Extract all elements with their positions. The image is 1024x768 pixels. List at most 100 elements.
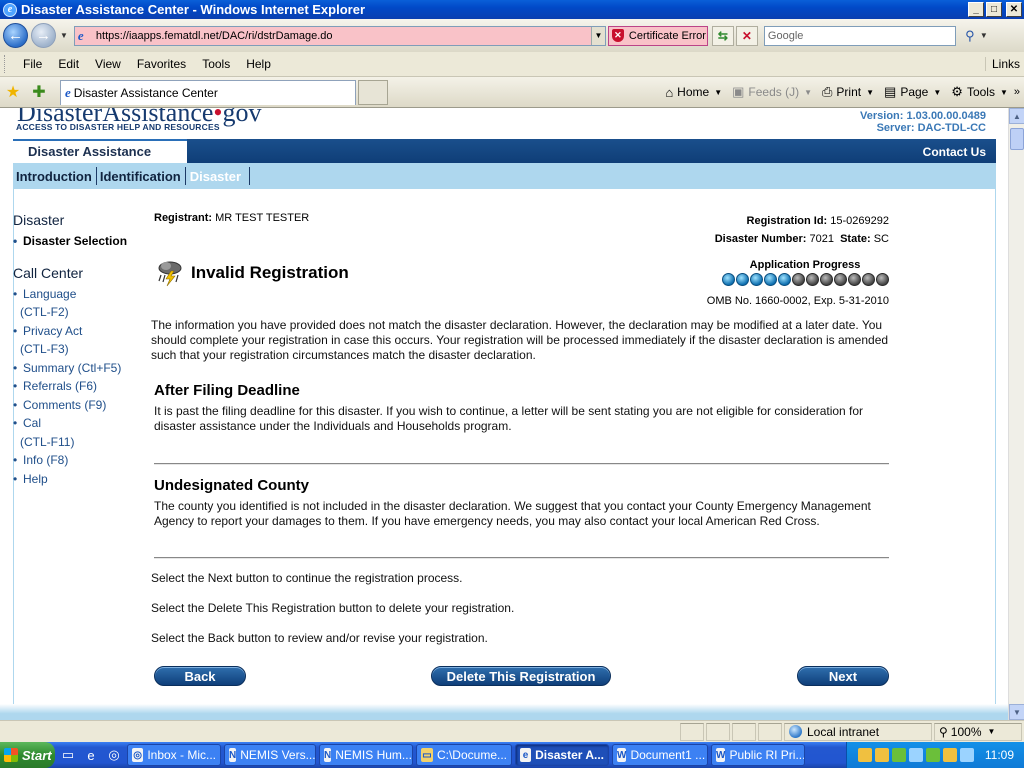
search-options-dropdown[interactable]: ▼ bbox=[980, 31, 988, 40]
sidebar-link-help[interactable]: • Help bbox=[13, 470, 143, 489]
window-title-bar[interactable]: e Disaster Assistance Center - Windows I… bbox=[0, 0, 1024, 19]
sidebar-link-cal[interactable]: • Cal bbox=[13, 414, 143, 433]
tray-outlook-icon[interactable] bbox=[874, 748, 889, 762]
sidebar-item-label[interactable]: Cal bbox=[23, 414, 41, 433]
menu-edit[interactable]: Edit bbox=[50, 57, 87, 71]
new-tab-button[interactable] bbox=[358, 79, 388, 105]
taskbar-item-nemis-human[interactable]: N NEMIS Hum... bbox=[319, 744, 413, 766]
chevron-down-icon[interactable]: ▼ bbox=[714, 88, 722, 97]
sidebar-link-info[interactable]: • Info (F8) bbox=[13, 451, 143, 470]
menu-file[interactable]: File bbox=[15, 57, 50, 71]
back-button[interactable]: Back bbox=[154, 666, 246, 686]
chevron-down-icon[interactable]: ▼ bbox=[933, 88, 941, 97]
chevron-down-icon[interactable]: ▼ bbox=[590, 26, 605, 45]
tools-menu-button[interactable]: ⚙ Tools ▼ bbox=[951, 84, 1008, 100]
tray-antivirus-icon[interactable] bbox=[925, 748, 940, 762]
arrow-left-icon: ← bbox=[8, 27, 23, 44]
sidebar-item-label[interactable]: Language bbox=[23, 285, 76, 304]
tray-network-icon[interactable] bbox=[908, 748, 923, 762]
sidebar-item-disaster-selection: • Disaster Selection bbox=[13, 232, 143, 251]
next-button[interactable]: Next bbox=[797, 666, 889, 686]
tray-mail-icon[interactable] bbox=[857, 748, 872, 762]
step-introduction[interactable]: Introduction bbox=[13, 167, 97, 185]
links-toolbar[interactable]: Links bbox=[984, 57, 1024, 71]
chevron-down-icon[interactable]: ▼ bbox=[1000, 88, 1008, 97]
favorites-star-icon[interactable]: ★ bbox=[4, 82, 22, 102]
sidebar-item-label[interactable]: Privacy Act bbox=[23, 322, 82, 341]
sidebar-link-comments[interactable]: • Comments (F9) bbox=[13, 396, 143, 415]
page-menu-button[interactable]: ▤ Page ▼ bbox=[884, 84, 941, 100]
menu-tools[interactable]: Tools bbox=[194, 57, 238, 71]
clock[interactable]: 11:09 bbox=[985, 748, 1014, 762]
chevron-down-icon[interactable]: ▼ bbox=[866, 88, 874, 97]
home-button[interactable]: ⌂ Home ▼ bbox=[665, 85, 722, 100]
search-icon[interactable]: ⚲ bbox=[960, 26, 980, 46]
refresh-button[interactable]: ⇆ bbox=[711, 25, 734, 46]
minimize-button[interactable]: _ bbox=[968, 2, 984, 17]
sidebar-item-label[interactable]: Comments (F9) bbox=[23, 396, 106, 415]
address-toolbar: ← → ▼ e https://iaapps.fematdl.net/DAC/r… bbox=[0, 19, 1024, 52]
sidebar-link-privacy-key[interactable]: (CTL-F3) bbox=[13, 340, 143, 359]
taskbar-item-disaster-assistance[interactable]: e Disaster A... bbox=[515, 744, 609, 766]
step-identification[interactable]: Identification bbox=[97, 167, 186, 185]
word-icon: W bbox=[716, 748, 726, 762]
sidebar-item-label[interactable]: Summary (Ctl+F5) bbox=[23, 359, 121, 378]
sidebar-item-label[interactable]: Referrals (F6) bbox=[23, 377, 97, 396]
contact-us-link[interactable]: Contact Us bbox=[923, 145, 986, 159]
forward-nav-button[interactable]: → bbox=[31, 23, 56, 48]
feeds-button[interactable]: ▣ Feeds (J) ▼ bbox=[732, 84, 812, 100]
tab-disaster-assistance[interactable]: e Disaster Assistance Center bbox=[60, 79, 356, 105]
stop-button[interactable]: ✕ bbox=[735, 25, 758, 46]
recent-pages-dropdown[interactable]: ▼ bbox=[60, 31, 68, 40]
vertical-scrollbar[interactable]: ▲ ▼ bbox=[1008, 108, 1024, 720]
taskbar-item-document1[interactable]: W Document1 ... bbox=[612, 744, 708, 766]
print-button[interactable]: ⎙ Print ▼ bbox=[822, 84, 874, 100]
zoom-control[interactable]: ⚲ 100% ▼ bbox=[934, 722, 1022, 741]
quicklaunch-outlook-icon[interactable]: ◎ bbox=[104, 745, 124, 765]
taskbar-item-documents-folder[interactable]: ▭ C:\Docume... bbox=[416, 744, 512, 766]
sidebar-link-summary[interactable]: • Summary (Ctl+F5) bbox=[13, 359, 143, 378]
page-title: Invalid Registration bbox=[191, 263, 349, 282]
taskbar-item-inbox[interactable]: ◎ Inbox - Mic... bbox=[127, 744, 221, 766]
quicklaunch-ie-icon[interactable]: e bbox=[81, 745, 101, 765]
chevron-right-icon[interactable]: » bbox=[1014, 86, 1020, 98]
tray-update-icon[interactable] bbox=[942, 748, 957, 762]
certificate-error-button[interactable]: ✕ Certificate Error bbox=[607, 25, 708, 46]
sidebar-link-privacy-act[interactable]: • Privacy Act bbox=[13, 322, 143, 341]
scroll-thumb[interactable] bbox=[1010, 128, 1024, 150]
url-text[interactable]: https://iaapps.fematdl.net/DAC/ri/dstrDa… bbox=[96, 30, 591, 42]
sidebar-item-label[interactable]: Help bbox=[23, 470, 48, 489]
sidebar-item-label[interactable]: Info (F8) bbox=[23, 451, 68, 470]
sidebar-link-cal-key[interactable]: (CTL-F11) bbox=[13, 433, 143, 452]
sidebar-link-language-key[interactable]: (CTL-F2) bbox=[13, 303, 143, 322]
menu-help[interactable]: Help bbox=[238, 57, 279, 71]
back-nav-button[interactable]: ← bbox=[3, 23, 28, 48]
close-button[interactable]: ✕ bbox=[1006, 2, 1022, 17]
section-title-undesignated-county: Undesignated County bbox=[154, 477, 310, 494]
chevron-down-icon[interactable]: ▼ bbox=[804, 88, 812, 97]
toolbar-grip[interactable] bbox=[4, 55, 7, 73]
start-button[interactable]: Start bbox=[0, 742, 55, 768]
sidebar-link-language[interactable]: • Language bbox=[13, 285, 143, 304]
progress-dot-pending bbox=[834, 273, 847, 286]
menu-favorites[interactable]: Favorites bbox=[129, 57, 194, 71]
maximize-button[interactable]: □ bbox=[986, 2, 1002, 17]
search-input[interactable]: Google bbox=[763, 25, 956, 46]
tray-shield-icon[interactable] bbox=[891, 748, 906, 762]
menu-view[interactable]: View bbox=[87, 57, 129, 71]
outlook-icon: ◎ bbox=[132, 748, 144, 762]
delete-registration-button[interactable]: Delete This Registration bbox=[431, 666, 611, 686]
add-favorite-icon[interactable]: ✚ bbox=[30, 82, 48, 102]
address-bar[interactable]: e https://iaapps.fematdl.net/DAC/ri/dstr… bbox=[73, 25, 606, 46]
gear-icon: ⚙ bbox=[951, 84, 963, 99]
chevron-down-icon[interactable]: ▼ bbox=[988, 727, 996, 736]
taskbar-item-nemis-version[interactable]: N NEMIS Vers... bbox=[224, 744, 316, 766]
taskbar-item-public-ri[interactable]: W Public RI Pri... bbox=[711, 744, 805, 766]
progress-dot-complete bbox=[722, 273, 735, 286]
sidebar-link-referrals[interactable]: • Referrals (F6) bbox=[13, 377, 143, 396]
security-zone[interactable]: Local intranet bbox=[784, 722, 932, 741]
scroll-up-arrow[interactable]: ▲ bbox=[1009, 108, 1024, 124]
scroll-down-arrow[interactable]: ▼ bbox=[1009, 704, 1024, 720]
quicklaunch-desktop-icon[interactable]: ▭ bbox=[58, 745, 78, 765]
tray-volume-icon[interactable] bbox=[959, 748, 974, 762]
